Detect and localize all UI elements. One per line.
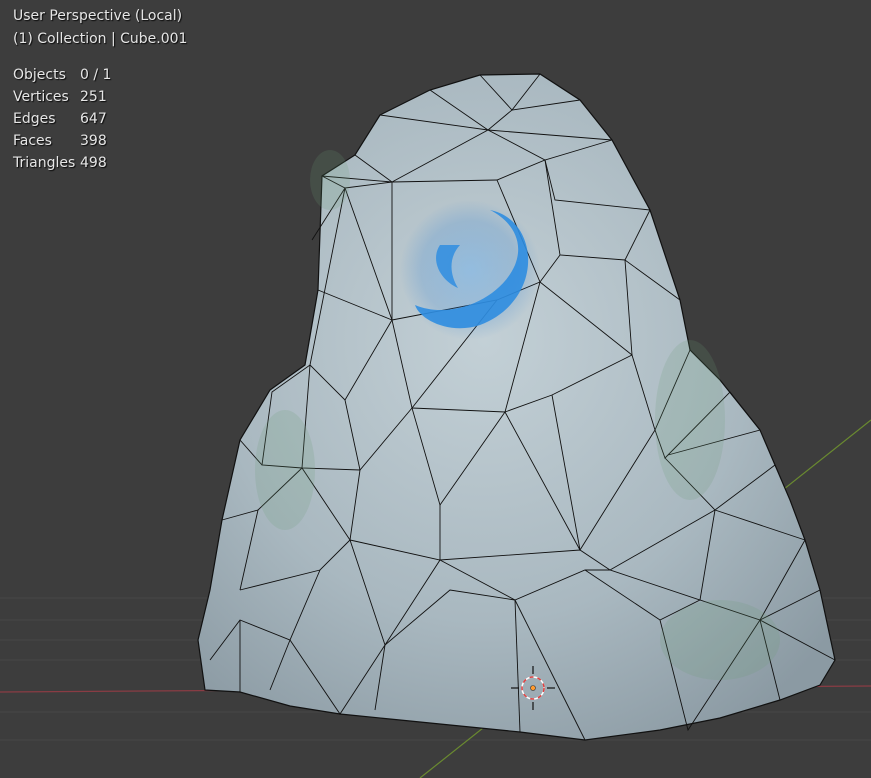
stat-value: 0 / 1 [80, 67, 112, 83]
stat-row-vertices: Vertices 251 [13, 86, 111, 108]
stat-label: Objects [13, 67, 66, 83]
stat-value: 251 [80, 89, 107, 105]
collection-label: (1) Collection | Cube.001 [13, 31, 188, 47]
stat-row-triangles: Triangles 498 [13, 152, 111, 174]
stat-label: Edges [13, 111, 56, 127]
stat-row-edges: Edges 647 [13, 108, 111, 130]
viewport-scene[interactable] [0, 0, 871, 778]
stat-value: 647 [80, 111, 107, 127]
stat-value: 498 [80, 155, 107, 171]
stat-label: Faces [13, 133, 52, 149]
stat-row-faces: Faces 398 [13, 130, 111, 152]
rune-decal [400, 200, 540, 340]
stat-row-objects: Objects 0 / 1 [13, 64, 111, 86]
view-mode-label: User Perspective (Local) [13, 8, 183, 24]
3d-viewport[interactable]: User Perspective (Local) (1) Collection … [0, 0, 871, 778]
stat-value: 398 [80, 133, 107, 149]
scene-statistics: Objects 0 / 1 Vertices 251 Edges 647 Fac… [13, 64, 111, 174]
stat-label: Vertices [13, 89, 69, 105]
stat-label: Triangles [13, 155, 76, 171]
